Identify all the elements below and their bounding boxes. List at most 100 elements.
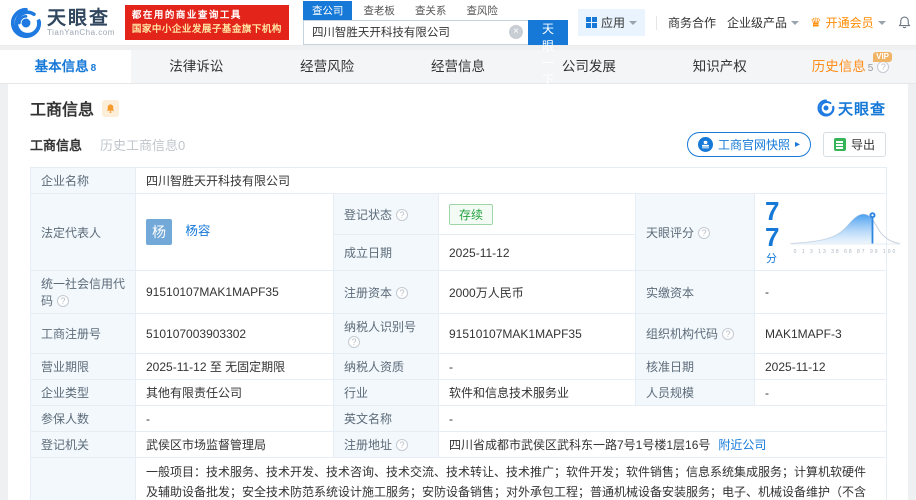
score-distribution-chart: 0 1 3 13 38 68 87 99 100 [787, 209, 903, 255]
approval-date-value: 2025-11-12 [753, 353, 888, 380]
paid-capital-value: - [753, 270, 888, 314]
legal-rep-cell: 杨 杨容 [135, 193, 334, 271]
export-label: 导出 [850, 138, 875, 152]
tab-basic-info[interactable]: 基本信息 8 [0, 50, 131, 83]
tianyancha-logo[interactable]: 天眼查 TianYanCha.com [10, 7, 115, 39]
help-icon[interactable]: ? [396, 286, 409, 299]
taxpayer-quality-value: - [438, 353, 636, 380]
field-label: 参保人数 [30, 405, 136, 432]
establish-date-value: 2025-11-12 [438, 234, 636, 271]
field-label: 组织机构代码? [635, 313, 755, 354]
search-tab-relation[interactable]: 查关系 [406, 1, 456, 20]
notification-bell[interactable] [897, 15, 912, 30]
score-cell[interactable]: 77分 0 1 3 13 38 68 87 99 100 [753, 193, 901, 271]
company-type-value: 其他有限责任公司 [135, 379, 334, 406]
field-label: 成立日期 [333, 234, 439, 271]
field-label: 人员规模 [635, 379, 755, 406]
subtab-history-business-info[interactable]: 历史工商信息0 [100, 135, 185, 154]
search-input[interactable] [302, 19, 528, 45]
field-label: 核准日期 [635, 353, 755, 380]
business-info-table: 企业名称 四川智胜天开科技有限公司 法定代表人 杨 杨容 登记状态? 存续 天眼… [30, 167, 901, 500]
score-chart-ticks: 0 1 3 13 38 68 87 99 100 [793, 249, 898, 255]
field-label: 企业类型 [30, 379, 136, 406]
help-icon[interactable]: ? [396, 208, 409, 221]
monitor-bell-badge[interactable] [102, 99, 120, 117]
vip-badge: VIP [873, 52, 893, 62]
score-value: 77 [765, 196, 780, 252]
help-icon[interactable]: ? [348, 336, 360, 348]
menu-enterprise-products[interactable]: 企业级产品 [727, 14, 799, 31]
english-name-value: - [437, 405, 888, 432]
tab-label: 经营风险 [300, 59, 355, 74]
tab-operating-risk[interactable]: 经营风险 [262, 50, 393, 83]
crown-icon: ♛ [810, 15, 822, 30]
menu-business-cooperation[interactable]: 商务合作 [668, 14, 716, 31]
legal-rep-link[interactable]: 杨容 [185, 224, 210, 238]
top-menu: 应用 商务合作 企业级产品 ♛ 开通会员 超级风... [577, 9, 916, 36]
field-label-text: 注册资本 [344, 285, 393, 300]
tianyancha-watermark: 天眼查 [817, 98, 886, 119]
menu-divider [655, 15, 657, 30]
tab-label: 基本信息 [34, 59, 89, 74]
field-label: 行业 [333, 379, 439, 406]
business-info-panel: 工商信息 天眼查 工商信息 历史工商信息0 工商官网快照 ▸ 导出 企业名称 四… [8, 84, 908, 500]
banner-line2: 国家中小企业发展子基金旗下机构 [131, 23, 282, 35]
nearby-companies-link[interactable]: 附近公司 [718, 438, 766, 452]
search-button[interactable]: 天眼一下 [527, 19, 568, 87]
tab-company-development[interactable]: 公司发展 [523, 50, 654, 83]
search-tabs: 查公司 查老板 查关系 查风险 [302, 0, 568, 20]
help-icon[interactable]: ? [396, 439, 409, 451]
snapshot-label: 工商官网快照 [717, 138, 790, 152]
staff-size-value: - [753, 379, 888, 406]
taxpayer-id-value: 91510107MAK1MAPF35 [438, 313, 636, 354]
tianyancha-eye-icon [10, 7, 42, 38]
reg-address-value: 四川省成都市武侯区武科东一路7号1号楼1层16号 [449, 438, 711, 452]
stamp-icon [697, 137, 713, 152]
reg-authority-value: 武侯区市场监督管理局 [135, 431, 334, 458]
section-title: 工商信息 [30, 102, 95, 119]
tab-label: 法律诉讼 [169, 59, 224, 74]
search-tab-company[interactable]: 查公司 [302, 0, 353, 20]
menu-apps[interactable]: 应用 [577, 9, 645, 36]
help-icon[interactable]: ? [722, 328, 735, 340]
help-icon[interactable]: ? [877, 61, 890, 73]
official-snapshot-button[interactable]: 工商官网快照 ▸ [686, 132, 811, 157]
table-row: 参保人数 - 英文名称 - [30, 405, 888, 432]
tab-intellectual-property[interactable]: 知识产权 [654, 50, 785, 83]
table-row: 法定代表人 杨 杨容 登记状态? 存续 天眼评分? 77分 0 1 3 13 3… [30, 192, 901, 271]
table-row: 登记机关 武侯区市场监督管理局 注册地址? 四川省成都市武侯区武科东一路7号1号… [30, 431, 888, 458]
logo-subtext: TianYanCha.com [47, 27, 115, 37]
status-badge: 存续 [449, 203, 494, 225]
tab-legal-proceedings[interactable]: 法律诉讼 [131, 50, 262, 83]
tab-label: 公司发展 [561, 59, 616, 74]
tab-operating-info[interactable]: 经营信息 [393, 50, 524, 83]
score-unit: 分 [766, 253, 777, 265]
top-header: 天眼查 TianYanCha.com 都在用的商业查询工具 国家中小企业发展子基… [0, 0, 916, 87]
menu-vip-label: 开通会员 [825, 16, 874, 30]
reg-capital-value: 2000万人民币 [438, 270, 636, 314]
reg-status-cell: 存续 [438, 192, 636, 236]
subtab-business-info[interactable]: 工商信息 [30, 135, 82, 154]
tab-history-info[interactable]: VIP 历史信息 5? [785, 50, 916, 83]
search-tab-boss[interactable]: 查老板 [354, 1, 404, 20]
field-label: 经营范围? [30, 457, 136, 500]
export-button[interactable]: 导出 [822, 132, 886, 157]
clear-search-icon[interactable]: × [508, 24, 523, 39]
help-icon[interactable]: ? [57, 295, 70, 307]
field-label: 法定代表人 [30, 193, 136, 271]
chevron-down-icon [877, 21, 886, 25]
menu-business-label: 商务合作 [667, 16, 716, 30]
table-row: 统一社会信用代码? 91510107MAK1MAPF35 注册资本? 2000万… [30, 270, 888, 314]
field-label-text: 组织机构代码 [646, 327, 719, 341]
logo-text: 天眼查 [47, 7, 111, 29]
watermark-text: 天眼查 [837, 100, 886, 118]
field-label: 企业名称 [30, 167, 136, 194]
search-tab-risk[interactable]: 查风险 [457, 1, 507, 20]
banner-line1: 都在用的商业查询工具 [131, 9, 242, 21]
reg-address-cell: 四川省成都市武侯区武科东一路7号1号楼1层16号 附近公司 [437, 431, 888, 458]
menu-open-vip[interactable]: ♛ 开通会员 [810, 14, 886, 31]
field-label: 英文名称 [333, 405, 439, 432]
bell-icon [898, 16, 911, 29]
field-label: 统一社会信用代码? [30, 270, 136, 314]
help-icon[interactable]: ? [698, 226, 711, 239]
